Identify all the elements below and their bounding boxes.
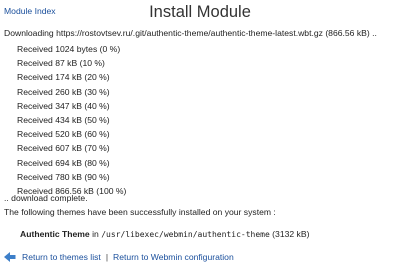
installed-theme-entry: Authentic Theme in /usr/libexec/webmin/a…	[20, 229, 309, 239]
theme-in-word: in	[92, 229, 99, 239]
download-message: Downloading https://rostovtsev.ru/.git/a…	[4, 28, 377, 38]
return-themes-link[interactable]: Return to themes list	[22, 252, 101, 262]
progress-line: Received 174 kB (20 %)	[17, 72, 110, 83]
install-module-page: Module Index Install Module Downloading …	[0, 0, 400, 276]
theme-path: /usr/libexec/webmin/authentic-theme	[101, 230, 270, 239]
progress-line: Received 694 kB (80 %)	[17, 157, 110, 168]
progress-line: Received 260 kB (30 %)	[17, 86, 110, 97]
progress-line: Received 520 kB (60 %)	[17, 129, 110, 140]
page-title: Install Module	[149, 3, 251, 21]
return-webmin-config-link[interactable]: Return to Webmin configuration	[113, 252, 234, 262]
theme-size: (3132 kB)	[272, 229, 310, 239]
return-links: Return to themes list | Return to Webmin…	[4, 251, 234, 263]
progress-line: Received 1024 bytes (0 %)	[17, 44, 121, 54]
download-progress-list: Received 1024 bytes (0 %) Received 87 kB…	[17, 42, 126, 198]
install-success-message: The following themes have been successfu…	[4, 207, 276, 217]
link-separator: |	[105, 252, 109, 262]
progress-line: Received 780 kB (90 %)	[17, 171, 110, 182]
back-arrow-icon[interactable]	[4, 251, 16, 263]
progress-line: Received 347 kB (40 %)	[17, 100, 110, 111]
progress-line: Received 434 kB (50 %)	[17, 114, 110, 125]
progress-line: Received 607 kB (70 %)	[17, 143, 110, 154]
download-complete-message: .. download complete.	[4, 193, 88, 203]
theme-name: Authentic Theme	[20, 229, 90, 239]
progress-line: Received 87 kB (10 %)	[17, 58, 105, 69]
